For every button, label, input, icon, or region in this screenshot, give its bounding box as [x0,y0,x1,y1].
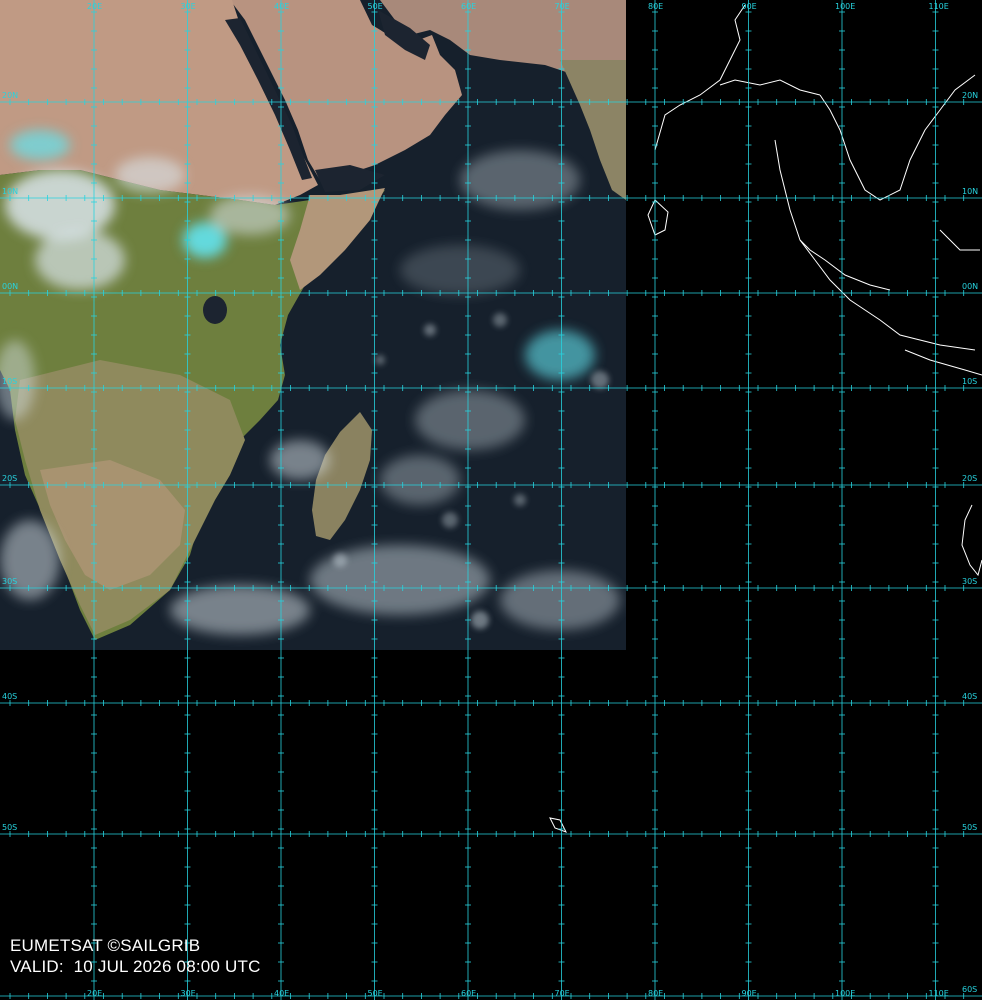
lon-label-bottom: 90E [742,989,757,998]
lat-label-left: 20N [2,91,18,100]
lat-label-left: 40S [2,692,17,701]
lat-label-left: 00N [2,282,18,291]
lon-label-bottom: 80E [648,989,663,998]
lat-label-right: 50S [962,823,977,832]
lat-label-right: 40S [962,692,977,701]
lon-label-bottom: 20E [87,989,102,998]
lon-label-bottom: 100E [835,989,855,998]
lat-label-right: 30S [962,577,977,586]
lon-label-top: 110E [929,2,949,11]
lat-label-right: 20S [962,474,977,483]
lon-label-top: 30E [181,2,196,11]
lon-label-top: 40E [274,2,289,11]
lon-label-bottom: 30E [181,989,196,998]
lon-label-top: 90E [742,2,757,11]
lon-label-top: 50E [368,2,383,11]
lat-label-right: 20N [962,91,978,100]
caption-valid-time: VALID: 10 JUL 2026 08:00 UTC [10,957,261,976]
lon-label-bottom: 50E [368,989,383,998]
lon-label-top: 60E [461,2,476,11]
lon-label-bottom: 110E [929,989,949,998]
caption-source: EUMETSAT ©SAILGRIB [10,936,201,955]
lat-label-right: 60S [962,985,977,994]
lat-label-left: 20S [2,474,17,483]
lake-victoria [203,296,227,324]
lon-label-top: 70E [555,2,570,11]
lat-label-left: 50S [2,823,17,832]
lat-label-right: 00N [962,282,978,291]
lon-label-bottom: 70E [555,989,570,998]
lat-label-left: 10N [2,187,18,196]
lon-label-top: 20E [87,2,102,11]
lon-label-bottom: 40E [274,989,289,998]
lat-label-right: 10N [962,187,978,196]
lat-label-right: 10S [962,377,977,386]
lon-label-top: 80E [648,2,663,11]
lat-label-left: 10S [2,377,17,386]
lat-label-left: 30S [2,577,17,586]
satellite-map: 20E 30E 40E 50E 60E 70E 80E 90E 100E 110E 20E 30E 40… [0,0,982,1000]
lon-label-bottom: 60E [461,989,476,998]
lon-label-top: 100E [835,2,855,11]
